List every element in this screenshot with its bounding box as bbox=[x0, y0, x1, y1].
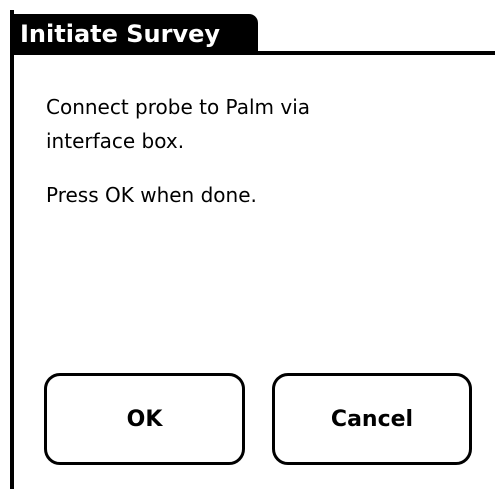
cancel-button[interactable]: Cancel bbox=[272, 373, 472, 465]
message-line-3: Press OK when done. bbox=[46, 183, 257, 207]
cancel-button-label: Cancel bbox=[330, 406, 414, 432]
message-line-2: interface box. bbox=[46, 129, 185, 153]
message-line-1: Connect probe to Palm via bbox=[46, 95, 311, 119]
dialog-title: Initiate Survey bbox=[20, 20, 221, 48]
dialog-left-border bbox=[10, 10, 14, 489]
ok-button-label: OK bbox=[126, 406, 163, 432]
palm-screen: Initiate Survey Connect probe to Palm vi… bbox=[0, 0, 495, 489]
ok-button[interactable]: OK bbox=[44, 373, 245, 465]
